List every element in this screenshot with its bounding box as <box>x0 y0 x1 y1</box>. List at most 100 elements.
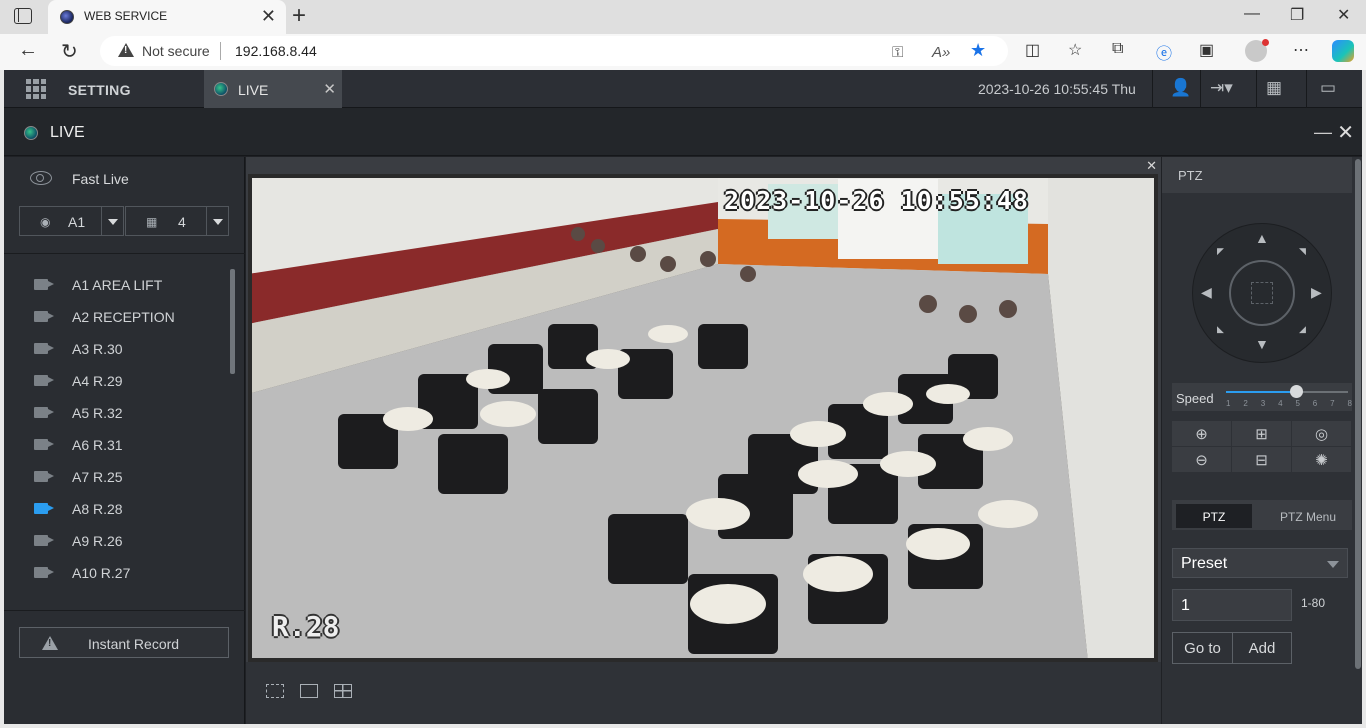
speed-tick-label: 5 <box>1295 399 1300 408</box>
focus-near-icon[interactable]: ⊞ <box>1232 421 1292 447</box>
down-left-arrow-icon[interactable]: ◣ <box>1217 324 1224 335</box>
list-item[interactable]: A4 R.29 <box>4 365 234 397</box>
tab-actions-icon[interactable] <box>14 8 32 24</box>
speed-slider-fill <box>1226 391 1296 393</box>
favicon-icon <box>60 10 74 24</box>
goto-preset-button[interactable]: Go to <box>1172 632 1233 664</box>
restore-window-button[interactable]: ❐ <box>1290 5 1304 25</box>
back-button[interactable]: ← <box>18 39 38 62</box>
close-window-button[interactable]: ✕ <box>1337 5 1350 25</box>
speed-slider[interactable] <box>1226 385 1348 398</box>
key-icon[interactable]: ⚿ <box>892 44 903 61</box>
qr-code-icon[interactable]: ▦ <box>1266 78 1282 98</box>
chevron-down-icon[interactable] <box>206 207 228 235</box>
fullscreen-icon[interactable] <box>266 684 284 698</box>
fast-live-icon[interactable] <box>30 171 52 185</box>
tab-ptz[interactable]: PTZ <box>1176 504 1252 528</box>
zoom-in-icon[interactable]: ⊕ <box>1172 421 1232 447</box>
new-tab-button[interactable]: + <box>292 2 306 30</box>
up-left-arrow-icon[interactable]: ◤ <box>1217 246 1224 257</box>
address-bar[interactable]: Not secure 192.168.8.44 ⚿ A» ★ <box>100 36 1008 66</box>
ptz-direction-wheel[interactable]: ▲ ▼ ◀ ▶ ◤ ◥ ◣ ◢ <box>1192 223 1332 363</box>
camera-list-scrollbar[interactable] <box>230 269 235 374</box>
browser-tab[interactable]: WEB SERVICE ✕ <box>48 0 286 34</box>
chevron-down-icon <box>1327 561 1339 568</box>
ptz-scrollbar[interactable] <box>1355 159 1361 669</box>
copilot-icon[interactable] <box>1332 40 1354 62</box>
speed-slider-handle[interactable] <box>1289 385 1303 398</box>
close-video-icon[interactable]: ✕ <box>1146 158 1157 174</box>
up-right-arrow-icon[interactable]: ◥ <box>1299 246 1306 257</box>
ptz-lens-buttons: ⊕ ⊞ ◎ ⊖ ⊟ ✺ <box>1172 421 1352 473</box>
minimize-window-button[interactable]: — <box>1244 5 1260 23</box>
preset-number-input[interactable]: 1 <box>1172 589 1292 621</box>
iris-close-icon[interactable]: ✺ <box>1292 447 1352 473</box>
url-text[interactable]: 192.168.8.44 <box>235 43 317 59</box>
up-arrow-icon[interactable]: ▲ <box>1255 230 1269 246</box>
osd-channel-name: R.28 <box>272 610 340 643</box>
split-select[interactable]: ▦ 4 <box>125 206 229 236</box>
ie-mode-icon[interactable]: ⓔ <box>1156 40 1172 64</box>
camera-icon <box>34 471 48 482</box>
user-icon[interactable]: 👤 <box>1170 78 1191 98</box>
list-item[interactable]: A1 AREA LIFT <box>4 269 234 301</box>
read-aloud-icon[interactable]: A» <box>932 44 950 61</box>
add-preset-button[interactable]: Add <box>1232 632 1292 664</box>
quad-view-icon[interactable] <box>334 684 352 698</box>
security-label[interactable]: Not secure <box>142 43 210 59</box>
live-video-feed[interactable]: 2023-10-26 10:55:48 R.28 <box>248 174 1158 662</box>
list-item[interactable]: A3 R.30 <box>4 333 234 365</box>
live-icon <box>24 126 38 140</box>
browser-essentials-icon[interactable]: ▣ <box>1199 40 1214 60</box>
list-item[interactable]: A2 RECEPTION <box>4 301 234 333</box>
list-item[interactable]: A7 R.25 <box>4 461 234 493</box>
favorite-star-icon[interactable]: ★ <box>970 40 986 61</box>
close-icon[interactable]: ✕ <box>1337 120 1354 145</box>
warning-icon[interactable] <box>118 43 134 57</box>
area-select[interactable]: ◉ A1 <box>19 206 124 236</box>
list-item[interactable]: A9 R.26 <box>4 525 234 557</box>
down-right-arrow-icon[interactable]: ◢ <box>1299 324 1306 335</box>
collections-icon[interactable]: ⧉ <box>1112 40 1123 58</box>
camera-icon <box>34 439 48 450</box>
list-item[interactable]: A6 R.31 <box>4 429 234 461</box>
minimize-icon[interactable]: — <box>1314 122 1332 143</box>
main-menu-icon[interactable] <box>26 79 46 99</box>
split-screen-icon[interactable]: ◫ <box>1025 40 1040 60</box>
list-item[interactable]: A8 R.28 <box>4 493 234 525</box>
down-arrow-icon[interactable]: ▼ <box>1255 336 1269 352</box>
camera-label: A9 R.26 <box>72 533 123 549</box>
close-icon[interactable]: ✕ <box>323 80 336 98</box>
refresh-button[interactable]: ↻ <box>61 39 78 64</box>
ptz-center-button[interactable] <box>1229 260 1295 326</box>
chevron-down-icon[interactable] <box>101 207 123 235</box>
close-tab-icon[interactable]: ✕ <box>261 6 276 27</box>
zoom-out-icon[interactable]: ⊖ <box>1172 447 1232 473</box>
favorites-icon[interactable]: ☆ <box>1068 40 1082 60</box>
setting-tab[interactable]: SETTING <box>68 82 131 98</box>
classroom-camera-image <box>248 174 1158 662</box>
tab-ptz-menu[interactable]: PTZ Menu <box>1268 504 1348 528</box>
iris-open-icon[interactable]: ◎ <box>1292 421 1352 447</box>
focus-far-icon[interactable]: ⊟ <box>1232 447 1292 473</box>
left-arrow-icon[interactable]: ◀ <box>1201 284 1212 301</box>
more-menu-icon[interactable]: ⋯ <box>1293 40 1309 60</box>
divider <box>1256 70 1257 108</box>
speed-tick-label: 1 <box>1226 399 1231 408</box>
list-item[interactable]: A5 R.32 <box>4 397 234 429</box>
logout-icon[interactable]: ⇥▾ <box>1210 78 1233 98</box>
camera-label: A3 R.30 <box>72 341 123 357</box>
fast-live-label[interactable]: Fast Live <box>72 171 129 187</box>
camera-label: A6 R.31 <box>72 437 123 453</box>
profile-avatar[interactable] <box>1245 39 1269 62</box>
instant-record-button[interactable]: Instant Record <box>19 627 229 658</box>
instant-record-label: Instant Record <box>88 636 180 652</box>
warning-icon <box>42 636 58 650</box>
preset-select[interactable]: Preset <box>1172 548 1348 578</box>
single-view-icon[interactable] <box>300 684 318 698</box>
list-item[interactable]: A10 R.27 <box>4 557 234 589</box>
right-arrow-icon[interactable]: ▶ <box>1311 284 1322 301</box>
display-icon[interactable]: ▭ <box>1320 78 1336 98</box>
tab-live[interactable]: LIVE ✕ <box>204 70 342 108</box>
zoom-area-icon <box>1251 282 1273 304</box>
